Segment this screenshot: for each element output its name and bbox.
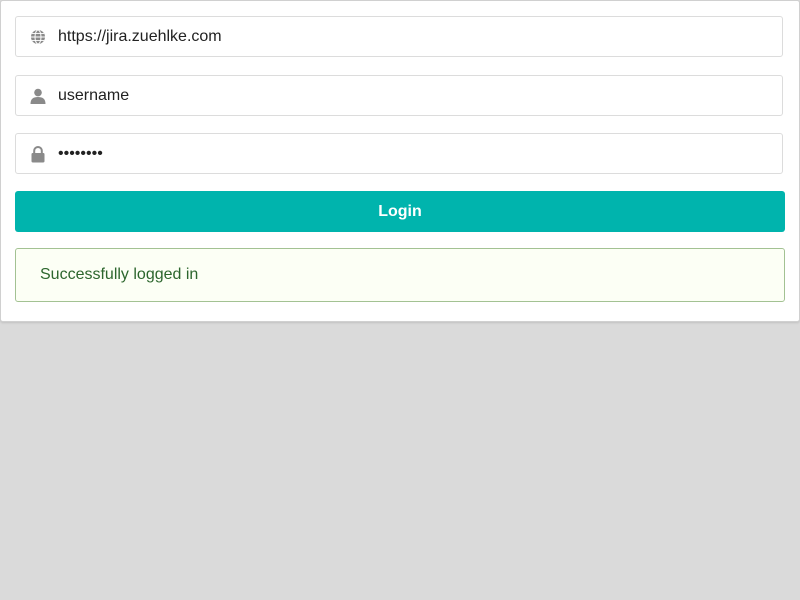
- login-card: Login Successfully logged in: [0, 0, 800, 322]
- password-input[interactable]: [58, 134, 773, 173]
- username-input[interactable]: [58, 76, 773, 115]
- url-field-container[interactable]: [15, 16, 783, 57]
- username-field-container[interactable]: [15, 75, 783, 116]
- login-button[interactable]: Login: [15, 191, 785, 232]
- user-icon: [28, 87, 48, 105]
- success-message: Successfully logged in: [15, 248, 785, 302]
- globe-icon: [28, 28, 48, 46]
- password-field-container[interactable]: [15, 133, 783, 174]
- url-input[interactable]: [58, 17, 773, 56]
- lock-icon: [28, 145, 48, 163]
